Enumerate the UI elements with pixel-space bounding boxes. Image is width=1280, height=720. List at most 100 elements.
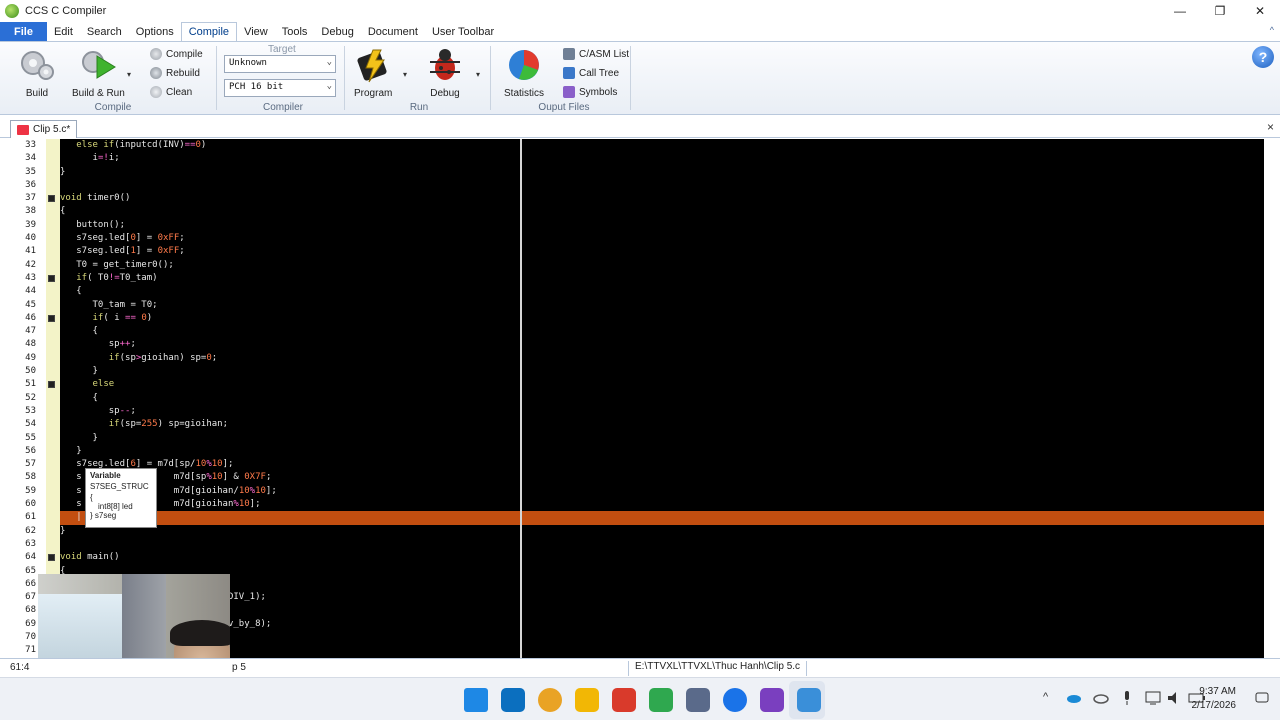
- code-token: i: [60, 153, 98, 164]
- clock[interactable]: 9:37 AM 2/17/2026: [1192, 685, 1237, 713]
- menu-search[interactable]: Search: [80, 22, 129, 41]
- target-select[interactable]: Unknown ⌄: [224, 55, 336, 73]
- code-line[interactable]: 45 T0_tam = T0;: [8, 299, 1264, 312]
- close-document-icon[interactable]: ×: [1267, 120, 1274, 134]
- code-line[interactable]: 60 s m7d[gioihan%10];: [8, 498, 1264, 511]
- menu-user-toolbar[interactable]: User Toolbar: [425, 22, 501, 41]
- video-editor-icon[interactable]: [760, 688, 784, 712]
- code-line[interactable]: 58 s m7d[sp%10] & 0X7F;: [8, 471, 1264, 484]
- menu-view[interactable]: View: [237, 22, 275, 41]
- fold-toggle-icon[interactable]: [48, 314, 55, 322]
- tray-expand-icon[interactable]: ^: [1043, 691, 1048, 703]
- maximize-button[interactable]: ❐: [1200, 0, 1240, 22]
- ribbon-collapse-icon[interactable]: ^: [1270, 25, 1274, 35]
- ribbon-separator: [630, 46, 631, 110]
- code-line[interactable]: 33 else if(inputcd(INV)==0): [8, 139, 1264, 152]
- edge-icon[interactable]: [501, 688, 525, 712]
- volume-icon[interactable]: [1167, 691, 1183, 705]
- menu-options[interactable]: Options: [129, 22, 181, 41]
- code-line[interactable]: 41 s7seg.led[1] = 0xFF;: [8, 245, 1264, 258]
- cloud-icon[interactable]: [1093, 692, 1109, 704]
- code-text: void main(): [60, 551, 120, 564]
- line-number: 41: [25, 246, 36, 257]
- help-icon[interactable]: ?: [1252, 46, 1274, 68]
- code-line[interactable]: 47 {: [8, 325, 1264, 338]
- network-icon[interactable]: [1145, 691, 1161, 705]
- code-line[interactable]: 63: [8, 538, 1264, 551]
- code-line[interactable]: 37 void timer0(): [8, 192, 1264, 205]
- program-button[interactable]: Program: [354, 46, 392, 99]
- call-tree-button[interactable]: Call Tree: [563, 67, 619, 79]
- fold-toggle-icon[interactable]: [48, 381, 55, 389]
- title-bar: CCS C Compiler — ❐ ✕: [0, 0, 1280, 22]
- wps-icon[interactable]: [612, 688, 636, 712]
- menu-edit[interactable]: Edit: [47, 22, 80, 41]
- code-line[interactable]: 55 }: [8, 432, 1264, 445]
- compile-button[interactable]: Compile: [150, 48, 203, 60]
- code-line[interactable]: 38 {: [8, 205, 1264, 218]
- code-line[interactable]: 52 {: [8, 392, 1264, 405]
- code-line[interactable]: 54 if(sp=255) sp=gioihan;: [8, 418, 1264, 431]
- code-line[interactable]: 40 s7seg.led[0] = 0xFF;: [8, 232, 1264, 245]
- code-line[interactable]: 35}: [8, 166, 1264, 179]
- menu-file[interactable]: File: [0, 22, 47, 41]
- file-explorer-icon[interactable]: [575, 688, 599, 712]
- code-line[interactable]: 36: [8, 179, 1264, 192]
- fold-toggle-icon[interactable]: [48, 274, 55, 282]
- onedrive-icon[interactable]: [1066, 692, 1082, 704]
- statistics-button[interactable]: Statistics: [504, 46, 544, 99]
- code-line[interactable]: 56 }: [8, 445, 1264, 458]
- tooltip-type: S7SEG_STRUC: [90, 482, 149, 491]
- symbols-button[interactable]: Symbols: [563, 86, 617, 98]
- code-line[interactable]: 39 button();: [8, 219, 1264, 232]
- menu-document[interactable]: Document: [361, 22, 425, 41]
- clean-button[interactable]: Clean: [150, 86, 192, 98]
- program-dropdown-icon[interactable]: ▾: [403, 70, 407, 79]
- line-number: 50: [25, 366, 36, 377]
- build-run-dropdown-icon[interactable]: ▾: [127, 70, 131, 79]
- code-line[interactable]: 48 sp++;: [8, 338, 1264, 351]
- start-icon[interactable]: [464, 688, 488, 712]
- tool-icon[interactable]: [686, 688, 710, 712]
- menu-compile[interactable]: Compile: [180, 22, 238, 41]
- code-line[interactable]: 42 T0 = get_timer0();: [8, 259, 1264, 272]
- code-line[interactable]: 53 sp--;: [8, 405, 1264, 418]
- notifications-icon[interactable]: [1254, 690, 1270, 706]
- code-line[interactable]: 59 s m7d[gioihan/10%10];: [8, 485, 1264, 498]
- chrome-icon[interactable]: [538, 688, 562, 712]
- line-number: 69: [25, 618, 36, 629]
- menu-tools[interactable]: Tools: [275, 22, 315, 41]
- line-number: 36: [25, 179, 36, 190]
- casm-list-button[interactable]: C/ASM List: [563, 48, 629, 60]
- code-line[interactable]: 49 if(sp>gioihan) sp=0;: [8, 352, 1264, 365]
- code-line[interactable]: 46 if( i == 0): [8, 312, 1264, 325]
- microphone-icon[interactable]: [1121, 690, 1133, 706]
- debug-button[interactable]: Debug: [426, 46, 464, 99]
- zalo-icon[interactable]: [723, 688, 747, 712]
- statistics-label: Statistics: [504, 88, 545, 99]
- code-token: 10: [255, 485, 266, 496]
- code-line[interactable]: 61 |: [8, 511, 1264, 525]
- fold-toggle-icon[interactable]: [48, 554, 55, 562]
- code-line[interactable]: 43 if( T0!=T0_tam): [8, 272, 1264, 285]
- debug-dropdown-icon[interactable]: ▾: [476, 70, 480, 79]
- minimize-button[interactable]: —: [1160, 0, 1200, 22]
- build-run-button[interactable]: Build & Run: [72, 46, 125, 99]
- ccs-taskbar-icon[interactable]: [649, 688, 673, 712]
- code-token: ==: [184, 140, 196, 150]
- code-line[interactable]: 34 i=!i;: [8, 152, 1264, 165]
- rebuild-button[interactable]: Rebuild: [150, 67, 200, 79]
- code-line[interactable]: 64 void main(): [8, 551, 1264, 564]
- menu-debug[interactable]: Debug: [314, 22, 360, 41]
- compiler-select[interactable]: PCH 16 bit ⌄: [224, 79, 336, 97]
- code-line[interactable]: 62}: [8, 525, 1264, 538]
- document-tab[interactable]: Clip 5.c*: [10, 120, 78, 138]
- code-line[interactable]: 57 s7seg.led[6] = m7d[sp/10%10];: [8, 458, 1264, 471]
- close-button[interactable]: ✕: [1240, 0, 1280, 22]
- code-line[interactable]: 50 }: [8, 365, 1264, 378]
- code-line[interactable]: 51 else: [8, 378, 1264, 391]
- screen-recorder-icon[interactable]: [797, 688, 821, 712]
- build-button[interactable]: Build: [18, 46, 56, 99]
- code-line[interactable]: 44 {: [8, 285, 1264, 298]
- fold-toggle-icon[interactable]: [48, 195, 55, 203]
